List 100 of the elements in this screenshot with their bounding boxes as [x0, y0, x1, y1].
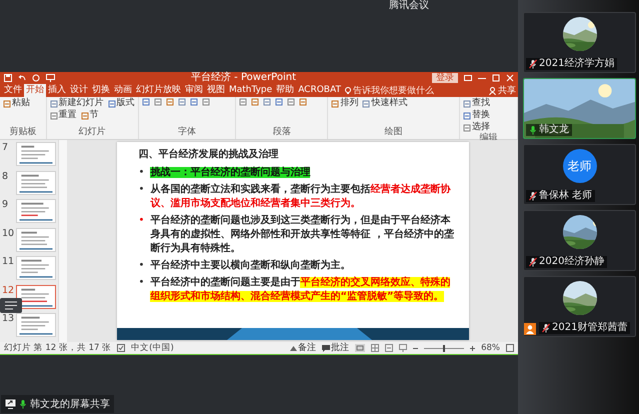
- bullet-text: 平台经济中主要以横向垄断和纵向垄断为主。: [150, 259, 350, 273]
- ribbon-button[interactable]: 粘贴: [3, 98, 30, 109]
- ribbon-tool-icon: [239, 98, 248, 106]
- bullet-marker: •: [138, 183, 144, 197]
- ribbon-tab[interactable]: 审阅: [183, 84, 205, 97]
- ribbon-group-label: 绘图: [384, 127, 404, 138]
- participant-tile[interactable]: 2021经济学方娟: [523, 12, 636, 73]
- ribbon-button[interactable]: 替换: [463, 110, 490, 121]
- slide-number: 7: [2, 142, 10, 153]
- ribbon-tool-icon: [263, 98, 272, 106]
- ribbon-tab[interactable]: MathType: [227, 84, 274, 97]
- slide-thumbnail[interactable]: [16, 284, 56, 308]
- reading-view-icon[interactable]: [385, 344, 394, 352]
- share-button[interactable]: 共享: [489, 84, 516, 97]
- ribbon-group-label: 剪贴板: [8, 127, 38, 138]
- ribbon-tab[interactable]: 开始: [24, 84, 46, 97]
- ribbon-tool-icon: [154, 98, 162, 106]
- ribbon-tool-icon: [50, 100, 58, 108]
- ribbon-button[interactable]: 快速样式: [362, 98, 408, 109]
- slide-number: 13: [2, 313, 14, 324]
- participant-tile[interactable]: 老师 鲁保林 老师: [523, 144, 636, 205]
- comments-button[interactable]: 批注: [322, 342, 350, 354]
- zoom-out-icon[interactable]: [413, 346, 418, 350]
- zoom-level[interactable]: 68%: [481, 343, 500, 353]
- ribbon-tab[interactable]: 文件: [2, 84, 24, 97]
- ribbon-tab[interactable]: 插入: [46, 84, 68, 97]
- ribbon-group-label: 段落: [272, 127, 292, 138]
- ribbon-tool-icon: [108, 100, 116, 108]
- notes-button[interactable]: 备注: [290, 342, 316, 354]
- fit-slide-icon[interactable]: [506, 344, 514, 352]
- ribbon-tool-icon: [251, 98, 260, 106]
- slide-title: 四、平台经济发展的挑战及治理: [138, 148, 280, 162]
- slide-number: 11: [2, 256, 14, 267]
- ribbon-button[interactable]: 节: [80, 110, 99, 121]
- participant-name: 鲁保林 老师: [539, 190, 592, 202]
- ribbon-button[interactable]: 查找: [463, 98, 490, 109]
- slideshow-view-icon[interactable]: [399, 344, 408, 352]
- slide-thumbnail[interactable]: [16, 256, 56, 280]
- sign-in-button[interactable]: 登录: [432, 73, 458, 83]
- slide-count: 幻灯片 第 12 张，共 17 张: [4, 342, 112, 354]
- slide-thumbnail[interactable]: [16, 170, 56, 194]
- ribbon-group-label: 幻灯片: [78, 127, 107, 138]
- participant-name: 2021财管郑茜蕾: [552, 322, 628, 334]
- slide-number: 10: [2, 228, 14, 238]
- ribbon-button[interactable]: 重置: [50, 110, 77, 121]
- notes-icon: [290, 344, 298, 352]
- save-icon[interactable]: [4, 74, 12, 82]
- participant-name: 韩文龙: [539, 124, 569, 136]
- ribbon-tab[interactable]: 幻灯片放映: [134, 84, 183, 97]
- bullet-marker: •: [138, 166, 144, 180]
- slide-thumbnail[interactable]: [16, 199, 56, 223]
- zoom-slider-thumb[interactable]: [443, 344, 446, 352]
- person-icon: [489, 86, 496, 94]
- ribbon-tab[interactable]: 帮助: [274, 84, 296, 97]
- bullet-text: 从各国的垄断立法和实践来看，垄断行为主要包括经营者达成垄断协议、滥用市场支配地位和经营者集中三类行为。: [150, 183, 452, 211]
- close-icon[interactable]: [506, 74, 514, 82]
- ribbon-tool-icon: [331, 100, 340, 108]
- ribbon-tool-icon: [299, 98, 308, 106]
- ribbon-button[interactable]: 新建幻灯片: [50, 98, 104, 109]
- ribbon-group-label: 字体: [177, 127, 197, 138]
- bullet-marker: •: [138, 259, 144, 273]
- sorter-view-icon[interactable]: [371, 344, 380, 352]
- slide-thumbnail[interactable]: [16, 142, 56, 166]
- spellcheck-icon[interactable]: [117, 344, 126, 352]
- ribbon-tool-icon: [80, 112, 89, 120]
- bullet-marker: •: [138, 276, 144, 290]
- ribbon-button[interactable]: 版式: [108, 98, 135, 109]
- floating-panel-icon[interactable]: [0, 298, 22, 313]
- screen-share-icon: [5, 399, 16, 409]
- ribbon-tool-icon: [178, 98, 186, 106]
- ribbon-tool-icon: [275, 98, 284, 106]
- ribbon-tab[interactable]: 切换: [90, 84, 112, 97]
- scrollbar[interactable]: [58, 140, 67, 342]
- bullet-marker: •: [138, 214, 144, 228]
- slideshow-icon[interactable]: [46, 74, 55, 82]
- ribbon-display-icon[interactable]: [464, 74, 472, 82]
- ribbon-button[interactable]: 排列: [331, 98, 358, 109]
- ribbon-tool-icon: [362, 100, 370, 108]
- ribbon-button[interactable]: 选择: [463, 122, 490, 133]
- ribbon-tab[interactable]: 视图: [205, 84, 227, 97]
- language-label[interactable]: 中文(中国): [131, 342, 174, 354]
- ribbon-tool-icon: [287, 98, 296, 106]
- slide-thumbnail[interactable]: [16, 228, 56, 252]
- undo-icon[interactable]: [18, 74, 26, 82]
- participant-tile[interactable]: 2021财管郑茜蕾: [523, 276, 636, 337]
- slide-number: 12: [2, 284, 14, 296]
- ribbon-tab[interactable]: ACROBAT: [296, 84, 343, 97]
- ribbon-tool-icon: [463, 100, 472, 108]
- participant-tile[interactable]: 韩文龙: [523, 78, 636, 139]
- ribbon-tab[interactable]: 动画: [112, 84, 134, 97]
- participant-tile[interactable]: 2020经济孙静: [523, 210, 636, 271]
- maximize-icon[interactable]: [492, 74, 500, 82]
- zoom-in-icon[interactable]: [470, 346, 476, 350]
- slide-number: 9: [2, 199, 10, 210]
- ribbon-tab[interactable]: 设计: [68, 84, 90, 97]
- ribbon-tool-icon: [190, 98, 198, 106]
- ribbon-tool-icon: [166, 98, 174, 106]
- screen-share-label: 韩文龙的屏幕共享: [30, 398, 110, 411]
- slide-thumbnail[interactable]: [16, 313, 56, 337]
- normal-view-icon[interactable]: [355, 344, 366, 352]
